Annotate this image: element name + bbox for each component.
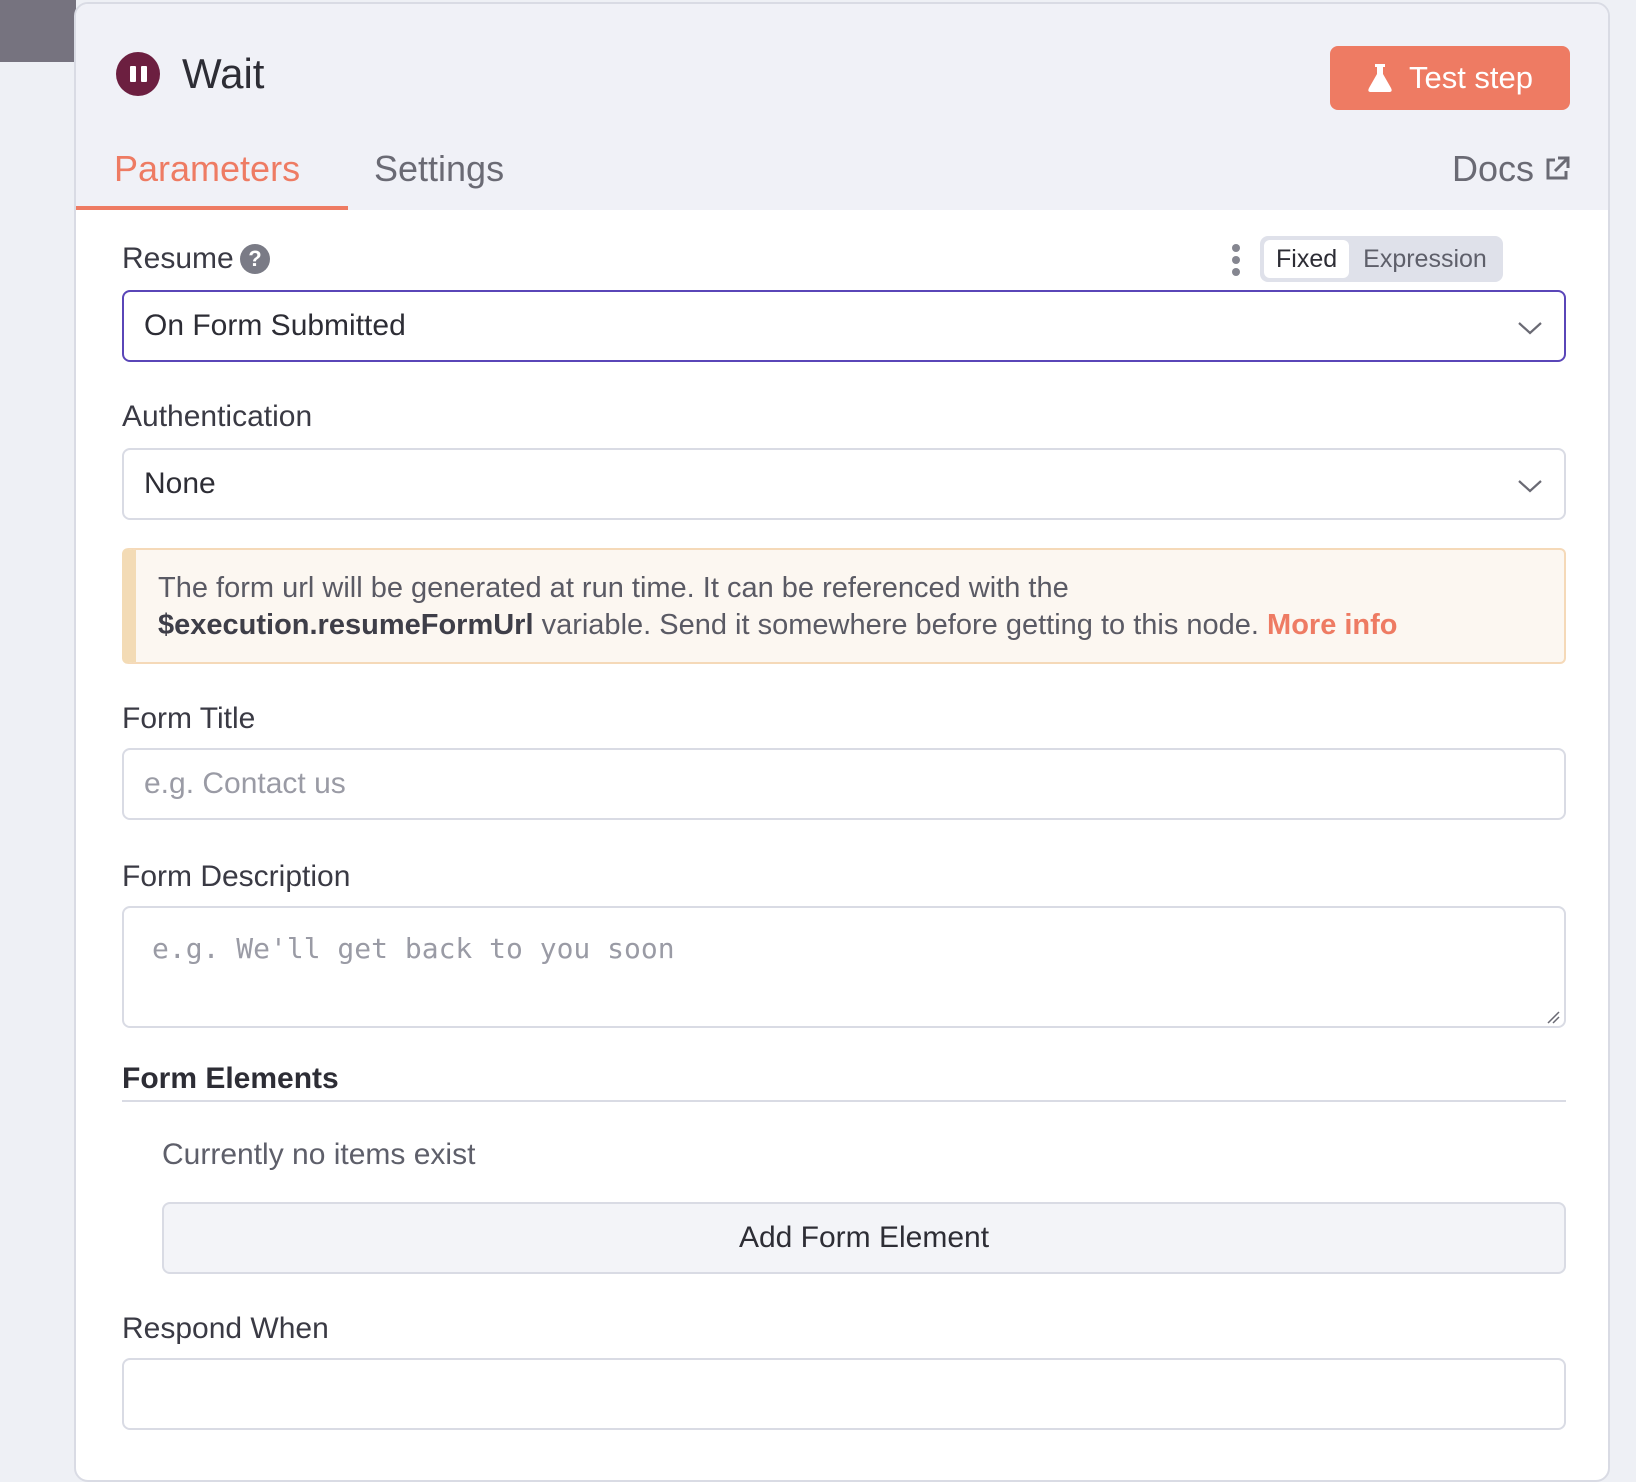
pause-icon [116, 52, 160, 96]
respond-when-label: Respond When [122, 1312, 329, 1345]
notice-variable: $execution.resumeFormUrl [158, 609, 534, 641]
section-divider [122, 1100, 1566, 1102]
form-title-label: Form Title [122, 702, 256, 735]
respond-when-select[interactable] [122, 1358, 1566, 1430]
resume-select[interactable]: On Form Submitted [122, 290, 1566, 362]
active-tab-indicator [76, 206, 348, 210]
authentication-label: Authentication [122, 400, 313, 433]
external-link-icon [1546, 156, 1570, 180]
resize-grip-icon[interactable] [1546, 1010, 1560, 1024]
add-form-element-button[interactable]: Add Form Element [162, 1202, 1566, 1274]
test-step-button[interactable]: Test step [1330, 46, 1570, 110]
form-description-input[interactable] [122, 906, 1566, 1028]
tab-bar: Parameters Settings Docs [76, 134, 1608, 210]
flask-icon [1368, 64, 1392, 92]
test-step-label: Test step [1408, 60, 1534, 95]
fixed-option[interactable]: Fixed [1264, 240, 1350, 278]
more-info-link[interactable]: More info [1267, 609, 1398, 641]
fixed-expression-toggle: Fixed Expression [1260, 236, 1503, 282]
panel-header: Wait Test step Parameters Settings Docs [76, 4, 1608, 210]
resume-label: Resume [122, 242, 234, 275]
expression-option[interactable]: Expression [1351, 240, 1499, 278]
tab-settings[interactable]: Settings [374, 148, 504, 190]
authentication-value: None [144, 467, 216, 500]
tab-parameters[interactable]: Parameters [114, 148, 300, 190]
form-description-label: Form Description [122, 860, 351, 893]
docs-label: Docs [1451, 148, 1534, 189]
notice-text-before: The form url will be generated at run ti… [158, 572, 1069, 604]
notice-text-after: variable. Send it somewhere before getti… [541, 609, 1259, 641]
empty-state-text: Currently no items exist [162, 1138, 476, 1171]
form-title-input[interactable] [122, 748, 1566, 820]
authentication-select[interactable]: None [122, 448, 1566, 520]
chevron-down-icon [1518, 322, 1542, 335]
docs-link[interactable]: Docs [1452, 148, 1570, 190]
resume-value: On Form Submitted [144, 309, 406, 342]
chevron-down-icon [1518, 480, 1542, 493]
node-title[interactable]: Wait [182, 50, 264, 98]
form-elements-label: Form Elements [122, 1062, 339, 1095]
parameter-options-icon[interactable] [1222, 240, 1250, 280]
form-url-notice: The form url will be generated at run ti… [122, 548, 1566, 664]
node-details-panel: Wait Test step Parameters Settings Docs … [74, 2, 1610, 1482]
help-icon[interactable]: ? [240, 244, 270, 274]
canvas-backdrop [0, 0, 76, 62]
